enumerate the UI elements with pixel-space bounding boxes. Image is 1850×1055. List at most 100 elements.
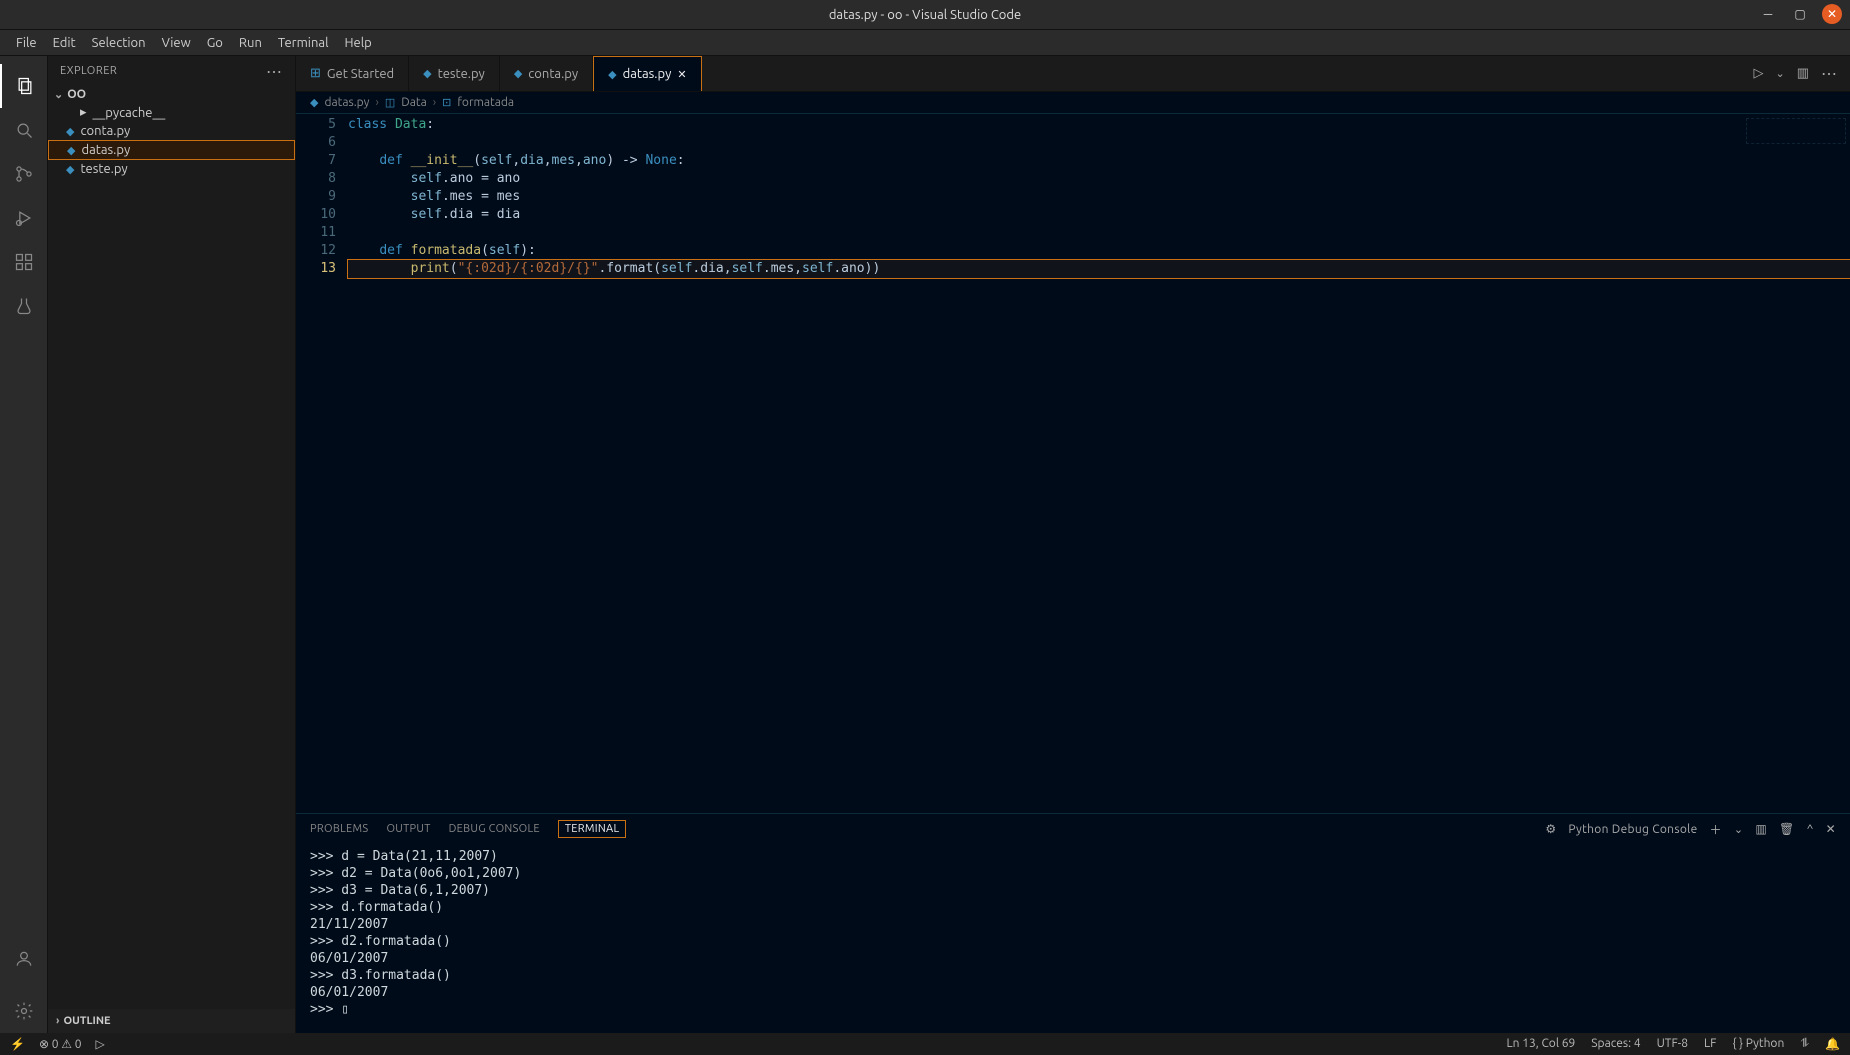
breadcrumb[interactable]: ◆ datas.py›◫ Data›⊡ formatada xyxy=(296,92,1850,114)
notifications-icon[interactable]: 🔔 xyxy=(1825,1037,1840,1051)
tab-teste-py[interactable]: ◆teste.py xyxy=(409,56,500,91)
minimize-button[interactable]: ─ xyxy=(1758,4,1778,24)
source-control-icon[interactable] xyxy=(0,152,48,196)
panel-tab-debug-console[interactable]: DEBUG CONSOLE xyxy=(449,819,540,839)
code-line[interactable] xyxy=(348,134,1850,152)
chevron-right-icon: › xyxy=(56,1015,59,1027)
kill-terminal-icon[interactable]: 🗑 xyxy=(1779,822,1795,836)
py-icon: ◆ xyxy=(67,144,75,157)
menu-help[interactable]: Help xyxy=(336,36,379,50)
close-panel-icon[interactable]: ✕ xyxy=(1826,822,1836,836)
tree-item-datas-py[interactable]: ◆datas.py xyxy=(48,140,295,160)
settings-gear-icon[interactable] xyxy=(0,989,48,1033)
tree-item-conta-py[interactable]: ◆conta.py xyxy=(48,122,295,140)
titlebar: datas.py - oo - Visual Studio Code ─ ▢ ✕ xyxy=(0,0,1850,30)
code-line[interactable] xyxy=(348,224,1850,242)
py-icon: ◆ xyxy=(423,67,431,80)
sidebar-title: EXPLORER xyxy=(60,65,117,77)
debug-profile[interactable]: Python Debug Console xyxy=(1568,823,1697,836)
tab-bar: ⊞Get Started◆teste.py◆conta.py◆datas.py✕… xyxy=(296,56,1850,92)
sidebar-more-icon[interactable]: ⋯ xyxy=(266,62,283,81)
line-number: 9 xyxy=(296,188,348,206)
menu-file[interactable]: File xyxy=(8,36,45,50)
run-dropdown-icon[interactable]: ⌄ xyxy=(1775,67,1784,80)
line-number: 11 xyxy=(296,224,348,242)
code-line[interactable]: print("{:02d}/{:02d}/{}".format(self.dia… xyxy=(348,260,1850,278)
code-editor[interactable]: class Data: def __init__(self,dia,mes,an… xyxy=(348,114,1850,813)
encoding-status[interactable]: UTF-8 xyxy=(1657,1037,1688,1051)
tree-item-teste-py[interactable]: ◆teste.py xyxy=(48,160,295,178)
menu-edit[interactable]: Edit xyxy=(45,36,84,50)
folder-root[interactable]: ⌄ OO xyxy=(48,86,295,103)
code-line[interactable]: self.ano = ano xyxy=(348,170,1850,188)
py-icon: ◆ xyxy=(66,163,74,176)
explorer-sidebar: EXPLORER ⋯ ⌄ OO ▸__pycache__◆conta.py◆da… xyxy=(48,56,296,1033)
cursor-position[interactable]: Ln 13, Col 69 xyxy=(1507,1037,1576,1051)
menubar: FileEditSelectionViewGoRunTerminalHelp xyxy=(0,30,1850,56)
window-title: datas.py - oo - Visual Studio Code xyxy=(829,8,1021,22)
tab-datas-py[interactable]: ◆datas.py✕ xyxy=(593,56,701,91)
outline-section[interactable]: › OUTLINE xyxy=(48,1009,295,1033)
problems-status[interactable]: ⊗ 0 ⚠ 0 xyxy=(39,1037,82,1051)
panel-tab-output[interactable]: OUTPUT xyxy=(386,819,430,839)
indent-status[interactable]: Spaces: 4 xyxy=(1591,1037,1640,1051)
line-number: 12 xyxy=(296,242,348,260)
code-line[interactable]: self.dia = dia xyxy=(348,206,1850,224)
code-line[interactable]: def __init__(self,dia,mes,ano) -> None: xyxy=(348,152,1850,170)
window-controls: ─ ▢ ✕ xyxy=(1758,4,1842,24)
explorer-icon[interactable] xyxy=(0,64,48,108)
minimap[interactable] xyxy=(1746,118,1846,144)
close-button[interactable]: ✕ xyxy=(1822,4,1842,24)
tree-item-__pycache__[interactable]: ▸__pycache__ xyxy=(48,103,295,122)
line-number: 5 xyxy=(296,116,348,134)
py-icon: ◆ xyxy=(66,125,74,138)
terminal-dropdown-icon[interactable]: ⌄ xyxy=(1734,823,1744,836)
tab-conta-py[interactable]: ◆conta.py xyxy=(500,56,593,91)
search-icon[interactable] xyxy=(0,108,48,152)
menu-terminal[interactable]: Terminal xyxy=(270,36,337,50)
chevron-right-icon: › xyxy=(433,96,436,109)
split-terminal-icon[interactable]: ▥ xyxy=(1755,822,1767,836)
menu-run[interactable]: Run xyxy=(231,36,270,50)
maximize-button[interactable]: ▢ xyxy=(1790,4,1810,24)
chevron-right-icon: › xyxy=(375,96,378,109)
run-debug-icon[interactable] xyxy=(0,196,48,240)
terminal-body[interactable]: >>> d = Data(21,11,2007) >>> d2 = Data(0… xyxy=(296,844,1850,1033)
debug-start-icon[interactable]: ▷ xyxy=(96,1037,105,1051)
menu-go[interactable]: Go xyxy=(199,36,231,50)
bottom-panel: PROBLEMS OUTPUT DEBUG CONSOLE TERMINAL ⚙ Py… xyxy=(296,813,1850,1033)
testing-icon[interactable] xyxy=(0,284,48,328)
tab-more-icon[interactable]: ⋯ xyxy=(1821,64,1838,83)
method-icon: ⊡ xyxy=(442,96,451,109)
py-icon: ◆ xyxy=(514,67,522,80)
line-number: 13 xyxy=(296,260,348,278)
close-tab-icon[interactable]: ✕ xyxy=(677,68,686,81)
extensions-icon[interactable] xyxy=(0,240,48,284)
py-icon: ◆ xyxy=(608,68,616,81)
code-line[interactable]: self.mes = mes xyxy=(348,188,1850,206)
debug-settings-icon[interactable]: ⚙ xyxy=(1545,822,1556,836)
new-terminal-icon[interactable]: ＋ xyxy=(1710,821,1722,838)
language-status[interactable]: { } Python xyxy=(1732,1037,1784,1051)
feedback-icon[interactable]: ⥮ xyxy=(1800,1037,1809,1051)
menu-view[interactable]: View xyxy=(154,36,199,50)
eol-status[interactable]: LF xyxy=(1704,1037,1716,1051)
chevron-down-icon: ⌄ xyxy=(54,88,63,101)
code-line[interactable]: class Data: xyxy=(348,116,1850,134)
py-icon: ◆ xyxy=(310,96,318,109)
line-number: 6 xyxy=(296,134,348,152)
run-file-icon[interactable]: ▷ xyxy=(1753,66,1763,81)
line-number: 7 xyxy=(296,152,348,170)
tab-get-started[interactable]: ⊞Get Started xyxy=(296,56,409,91)
remote-icon[interactable]: ⚡ xyxy=(10,1037,25,1051)
line-number: 10 xyxy=(296,206,348,224)
panel-tab-problems[interactable]: PROBLEMS xyxy=(310,819,368,839)
panel-tab-terminal[interactable]: TERMINAL xyxy=(558,820,627,838)
class-icon: ◫ xyxy=(385,96,395,109)
code-line[interactable]: def formatada(self): xyxy=(348,242,1850,260)
line-gutter: 5678910111213 xyxy=(296,114,348,813)
menu-selection[interactable]: Selection xyxy=(84,36,154,50)
split-editor-icon[interactable]: ▥ xyxy=(1797,66,1809,81)
accounts-icon[interactable] xyxy=(0,937,48,981)
maximize-panel-icon[interactable]: ^ xyxy=(1807,823,1814,836)
